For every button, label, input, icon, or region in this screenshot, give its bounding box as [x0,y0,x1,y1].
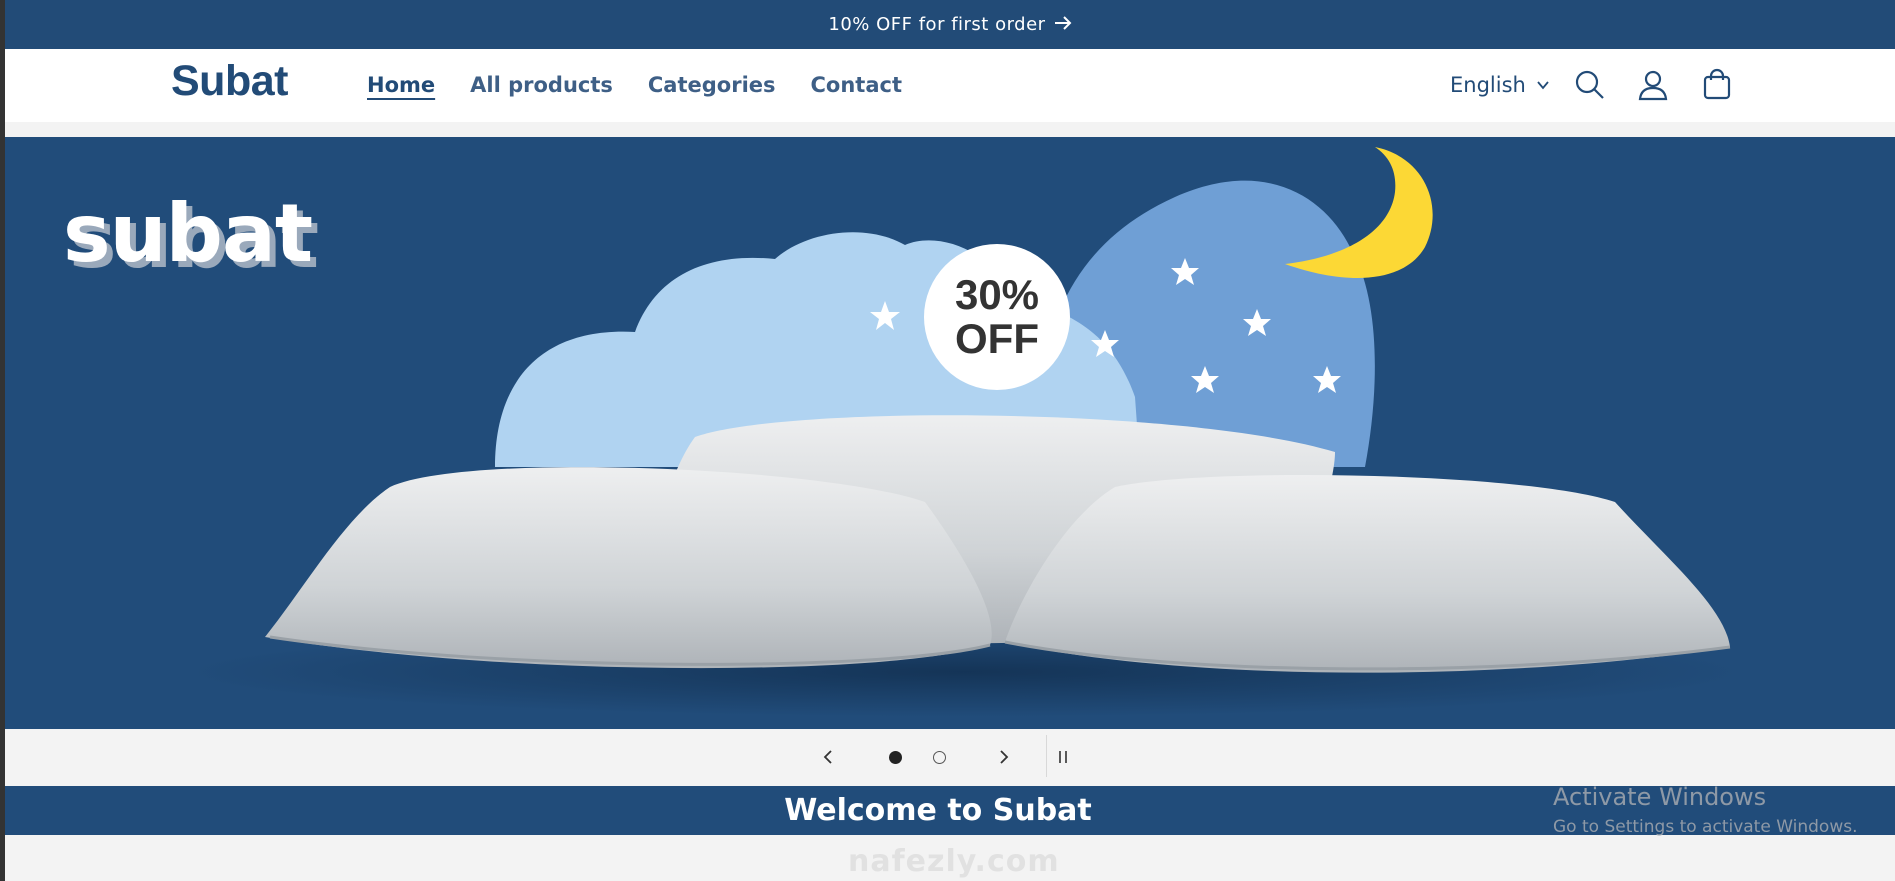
nav-item-all-products[interactable]: All products [470,73,613,97]
pause-icon[interactable] [1049,743,1077,771]
nav-item-contact[interactable]: Contact [811,73,903,97]
nav-item-categories[interactable]: Categories [648,73,776,97]
slider-controls [5,729,1895,786]
welcome-title: Welcome to Subat [784,793,1092,828]
site-header: Subat Home All products Categories Conta… [5,49,1895,122]
activate-title: Activate Windows [1553,783,1767,811]
slide-dot-1[interactable] [889,751,902,764]
account-icon[interactable] [1635,67,1671,103]
hero-slide[interactable]: subat 30% OFF [5,137,1895,729]
chevron-right-icon[interactable] [990,743,1018,771]
discount-badge: 30% OFF [924,244,1070,390]
site-logo[interactable]: Subat [171,57,288,106]
chevron-down-icon [1536,73,1550,97]
activate-windows-overlay: Activate Windows Go to Settings to activ… [1553,783,1858,837]
activate-subtitle: Go to Settings to activate Windows. [1553,817,1858,837]
announcement-bar[interactable]: 10% OFF for first order [5,0,1895,49]
announcement-text[interactable]: 10% OFF for first order [828,14,1045,35]
controls-divider [1046,735,1047,777]
main-nav: Home All products Categories Contact [367,73,902,97]
arrow-right-icon [1054,14,1072,36]
slide-dot-2[interactable] [933,751,946,764]
header-spacer [5,122,1895,137]
nav-item-home[interactable]: Home [367,73,435,97]
watermark: nafezly.com [848,844,1060,879]
badge-off: OFF [955,315,1039,362]
badge-percent: 30% [954,271,1040,318]
hero-brand-text: subat [63,187,313,280]
search-icon[interactable] [1572,67,1608,103]
cart-icon[interactable] [1699,67,1735,103]
language-selector[interactable]: English [1450,73,1550,97]
language-label: English [1450,73,1526,97]
chevron-left-icon[interactable] [814,743,842,771]
